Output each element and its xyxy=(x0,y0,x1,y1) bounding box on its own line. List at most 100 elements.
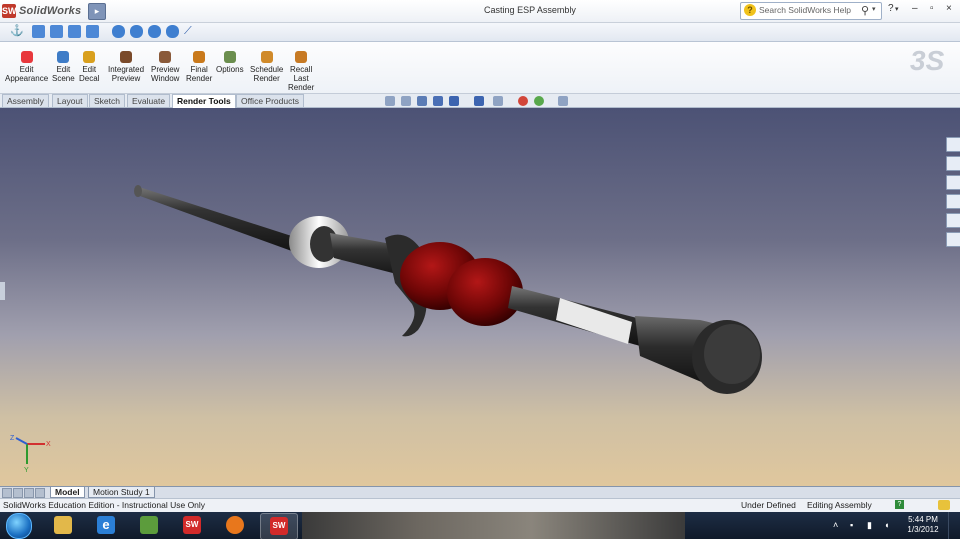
tab-layout[interactable]: Layout xyxy=(52,94,88,107)
edit-scene-icon xyxy=(57,51,70,63)
taskbar-clock[interactable]: 5:44 PM 1/3/2012 xyxy=(903,515,943,535)
help-search-box[interactable]: ? Search SolidWorks Help ⚲ ▾ xyxy=(740,2,882,20)
tray-flag-icon[interactable]: ▪ xyxy=(850,520,853,530)
view-orientation-icon[interactable] xyxy=(449,96,459,106)
help-button[interactable]: ? xyxy=(888,3,894,14)
status-bar: SolidWorks Education Edition - Instructi… xyxy=(0,498,960,512)
recall-last-render-button[interactable]: Recall Last Render xyxy=(288,51,314,92)
hide-show-items-icon[interactable] xyxy=(493,96,503,106)
save-icon[interactable] xyxy=(68,25,81,38)
next-tab-icon[interactable] xyxy=(24,488,34,498)
command-label: Edit Scene xyxy=(52,65,75,83)
panel-collapse-handle[interactable] xyxy=(0,282,5,300)
taskbar-network[interactable] xyxy=(131,513,167,538)
zoom-area-icon[interactable] xyxy=(401,96,411,106)
model-tabs: Model Motion Study 1 xyxy=(0,486,960,498)
final-render-button[interactable]: Final Render xyxy=(186,51,212,83)
apply-scene-icon[interactable] xyxy=(534,96,544,106)
network-icon xyxy=(140,516,158,534)
minimize-button[interactable]: – xyxy=(912,3,918,14)
last-tab-icon[interactable] xyxy=(35,488,45,498)
search-dropdown-icon[interactable]: ▾ xyxy=(872,5,876,13)
section-view-icon[interactable] xyxy=(433,96,443,106)
folder-icon xyxy=(54,516,72,534)
tab-render-tools[interactable]: Render Tools xyxy=(172,94,236,108)
menu-pin-button[interactable]: ▸ xyxy=(88,3,106,20)
preview-window-button[interactable]: Preview Window xyxy=(151,51,179,83)
title-bar: SW SolidWorks ▸ Casting ESP Assembly ? S… xyxy=(0,0,960,23)
graphics-viewport[interactable]: X Y Z – ▫ × xyxy=(0,108,960,486)
show-desktop-button[interactable] xyxy=(948,512,960,539)
view-palette-icon[interactable] xyxy=(946,194,960,209)
taskbar-solidworks-1[interactable]: SW xyxy=(174,513,210,538)
previous-view-icon[interactable] xyxy=(417,96,427,106)
print-icon[interactable] xyxy=(86,25,99,38)
tab-model[interactable]: Model xyxy=(50,487,85,498)
final-render-icon xyxy=(193,51,206,63)
display-style-icon[interactable] xyxy=(474,96,484,106)
open-document-icon[interactable] xyxy=(50,25,63,38)
home-icon[interactable] xyxy=(946,137,960,152)
rod-tip[interactable] xyxy=(136,186,304,254)
schedule-render-icon xyxy=(260,51,273,63)
edit-appearance-hud-icon[interactable] xyxy=(518,96,528,106)
close-button[interactable]: × xyxy=(946,3,952,14)
taskbar-internet-explorer[interactable]: e xyxy=(88,513,124,538)
rebuild-icon[interactable]: ⟋ xyxy=(184,25,197,38)
recall-last-render-icon xyxy=(295,51,308,63)
start-button[interactable] xyxy=(6,513,32,539)
command-label: Edit Decal xyxy=(79,65,100,83)
edit-decal-button[interactable]: Edit Decal xyxy=(79,51,99,83)
solidworks-active-icon: SW xyxy=(270,517,288,535)
tray-volume-icon[interactable]: ◖ xyxy=(884,520,889,530)
file-explorer-icon[interactable] xyxy=(946,175,960,190)
taskbar-window-preview xyxy=(302,512,685,539)
command-label: Integrated Preview xyxy=(108,65,145,83)
tab-evaluate[interactable]: Evaluate xyxy=(127,94,171,107)
status-edition: SolidWorks Education Edition - Instructi… xyxy=(3,500,206,510)
zoom-to-fit-icon[interactable] xyxy=(385,96,395,106)
taskbar-solidworks-2[interactable]: SW xyxy=(260,513,298,540)
status-tag-icon[interactable] xyxy=(938,500,950,510)
search-icon[interactable]: ⚲ xyxy=(861,4,869,17)
integrated-preview-button[interactable]: Integrated Preview xyxy=(108,51,144,83)
status-definition: Under Defined xyxy=(741,500,796,510)
help-question-icon: ? xyxy=(744,4,756,16)
edit-appearance-button[interactable]: Edit Appearance xyxy=(5,51,48,83)
taskbar-firefox[interactable] xyxy=(217,513,253,538)
fishing-rod-model[interactable]: X Y Z xyxy=(0,108,960,486)
design-library-icon[interactable] xyxy=(946,156,960,171)
front-view-icon[interactable] xyxy=(130,25,143,38)
view-settings-icon[interactable] xyxy=(558,96,568,106)
command-label: Options xyxy=(216,65,244,74)
command-label: Final Render xyxy=(186,65,213,83)
custom-properties-icon[interactable] xyxy=(946,232,960,247)
right-view-icon[interactable] xyxy=(166,25,179,38)
solidworks-logo[interactable]: SW SolidWorks xyxy=(2,3,81,19)
tab-assembly[interactable]: Assembly xyxy=(2,94,49,107)
view-cube-icon[interactable] xyxy=(112,25,125,38)
new-document-icon[interactable] xyxy=(32,25,45,38)
tray-expand-icon[interactable]: ˄ xyxy=(833,520,838,530)
prev-tab-icon[interactable] xyxy=(13,488,23,498)
tab-office-products[interactable]: Office Products xyxy=(236,94,304,107)
first-tab-icon[interactable] xyxy=(2,488,12,498)
status-help-icon[interactable]: ? xyxy=(895,500,904,509)
restore-icon[interactable]: ▫ xyxy=(930,3,934,14)
clock-date: 1/3/2012 xyxy=(907,525,939,534)
windows-taskbar: e SW SW ˄ ▪ ▮ ◖ 5:44 PM 1/3/2012 xyxy=(0,512,960,540)
appearances-icon[interactable] xyxy=(946,213,960,228)
anchor-icon[interactable]: ⚓ xyxy=(10,25,24,38)
dassault-logo-icon: 3S xyxy=(910,45,945,76)
taskbar-explorer[interactable] xyxy=(45,513,81,538)
firefox-icon xyxy=(226,516,244,534)
options-button[interactable]: Options xyxy=(216,51,244,74)
tray-network-icon[interactable]: ▮ xyxy=(867,520,872,531)
tab-motion-study-1[interactable]: Motion Study 1 xyxy=(88,487,155,498)
command-label: Preview Window xyxy=(151,65,180,83)
schedule-render-button[interactable]: Schedule Render xyxy=(250,51,283,83)
top-view-icon[interactable] xyxy=(148,25,161,38)
edit-scene-button[interactable]: Edit Scene xyxy=(52,51,75,83)
help-dropdown-icon[interactable]: ▾ xyxy=(895,5,899,13)
tab-sketch[interactable]: Sketch xyxy=(89,94,125,107)
